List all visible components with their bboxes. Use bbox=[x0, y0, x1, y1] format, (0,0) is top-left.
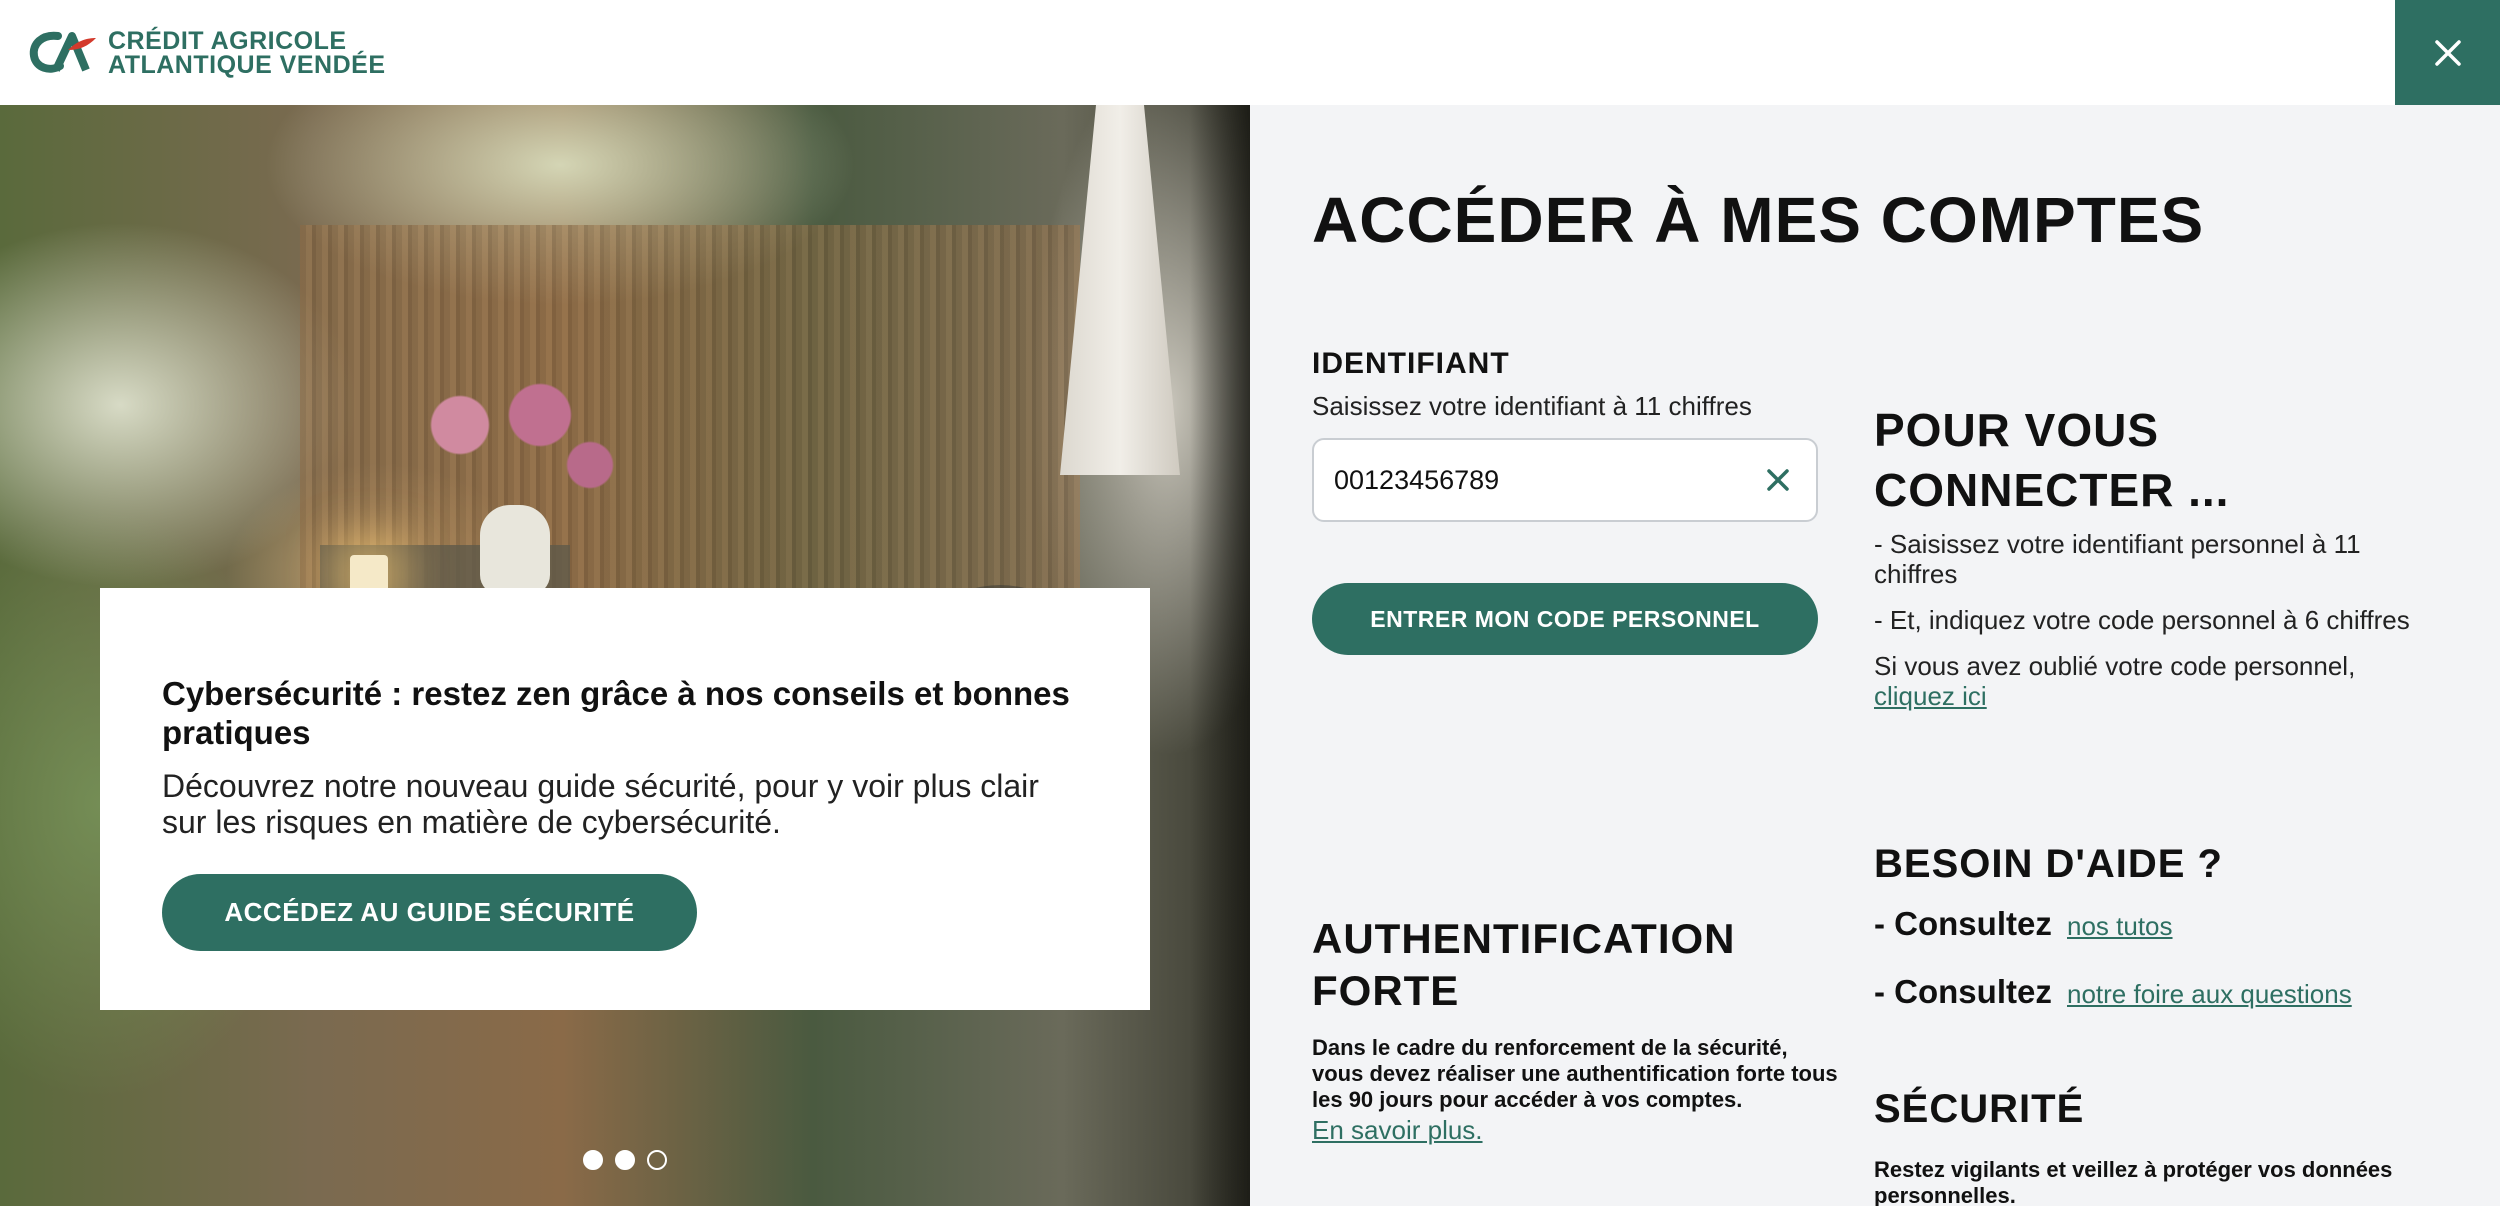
identifier-label: IDENTIFIANT bbox=[1312, 347, 1510, 380]
forgot-code-link[interactable]: cliquez ici bbox=[1874, 681, 1987, 711]
enter-code-button[interactable]: ENTRER MON CODE PERSONNEL bbox=[1312, 583, 1818, 655]
forgot-code-text: Si vous avez oublié votre code personnel… bbox=[1874, 651, 2356, 681]
bank-name: CRÉDIT AGRICOLE ATLANTIQUE VENDÉE bbox=[108, 27, 386, 79]
carousel-dot-2[interactable] bbox=[615, 1150, 635, 1170]
help-consult-label: - Consultez bbox=[1874, 905, 2052, 942]
login-panel: ACCÉDER À MES COMPTES IDENTIFIANT Saisis… bbox=[1250, 105, 2500, 1206]
connect-step-2: - Et, indiquez votre code personnel à 6 … bbox=[1874, 605, 2410, 635]
bank-name-line2: ATLANTIQUE VENDÉE bbox=[108, 51, 386, 79]
faq-link[interactable]: notre foire aux questions bbox=[2067, 979, 2352, 1009]
credit-agricole-logo-icon bbox=[29, 31, 96, 73]
promo-card: Cybersécurité : restez zen grâce à nos c… bbox=[100, 588, 1150, 1010]
security-title: SÉCURITÉ bbox=[1874, 1087, 2085, 1131]
clear-input-icon[interactable] bbox=[1762, 464, 1794, 496]
help-consult-label: - Consultez bbox=[1874, 973, 2052, 1010]
strong-auth-title: AUTHENTIFICATION FORTE bbox=[1312, 915, 1736, 1014]
page-title: ACCÉDER À MES COMPTES bbox=[1312, 184, 2205, 256]
identifier-field bbox=[1312, 438, 1818, 522]
help-title: BESOIN D'AIDE ? bbox=[1874, 842, 2223, 886]
close-button[interactable] bbox=[2395, 0, 2500, 105]
connect-title: POUR VOUS CONNECTER ... bbox=[1874, 404, 2230, 516]
connect-instructions: - Saisissez votre identifiant personnel … bbox=[1874, 529, 2434, 727]
strong-auth-text: Dans le cadre du renforcement de la sécu… bbox=[1312, 1035, 1842, 1147]
learn-more-link[interactable]: En savoir plus. bbox=[1312, 1113, 1842, 1147]
connect-step-1: - Saisissez votre identifiant personnel … bbox=[1874, 529, 2361, 589]
bank-logo[interactable]: CRÉDIT AGRICOLE ATLANTIQUE VENDÉE bbox=[28, 28, 386, 78]
forgot-code: Si vous avez oublié votre code personnel… bbox=[1874, 651, 2434, 711]
carousel-dot-3[interactable] bbox=[647, 1150, 667, 1170]
bank-name-line1: CRÉDIT AGRICOLE bbox=[108, 27, 347, 55]
promo-title: Cybersécurité : restez zen grâce à nos c… bbox=[162, 675, 1070, 751]
promo-text: Découvrez notre nouveau guide sécurité, … bbox=[162, 768, 1039, 840]
header: CRÉDIT AGRICOLE ATLANTIQUE VENDÉE bbox=[0, 0, 2500, 105]
help-tutos-row: - Consultez nos tutos bbox=[1874, 905, 2173, 943]
security-text: Restez vigilants et veillez à protéger v… bbox=[1874, 1157, 2393, 1206]
help-faq-row: - Consultez notre foire aux questions bbox=[1874, 973, 2352, 1011]
close-icon bbox=[2434, 39, 2461, 66]
hero-umbrella bbox=[1060, 105, 1180, 475]
hero-vase bbox=[480, 505, 550, 595]
identifier-input[interactable] bbox=[1334, 440, 1744, 520]
security-guide-button[interactable]: ACCÉDEZ AU GUIDE SÉCURITÉ bbox=[162, 874, 697, 951]
identifier-help-text: Saisissez votre identifiant à 11 chiffre… bbox=[1312, 391, 1752, 421]
carousel-dot-1[interactable] bbox=[583, 1150, 603, 1170]
carousel-dots bbox=[583, 1150, 667, 1170]
strong-auth-description: Dans le cadre du renforcement de la sécu… bbox=[1312, 1035, 1838, 1112]
tutorials-link[interactable]: nos tutos bbox=[2067, 911, 2173, 941]
